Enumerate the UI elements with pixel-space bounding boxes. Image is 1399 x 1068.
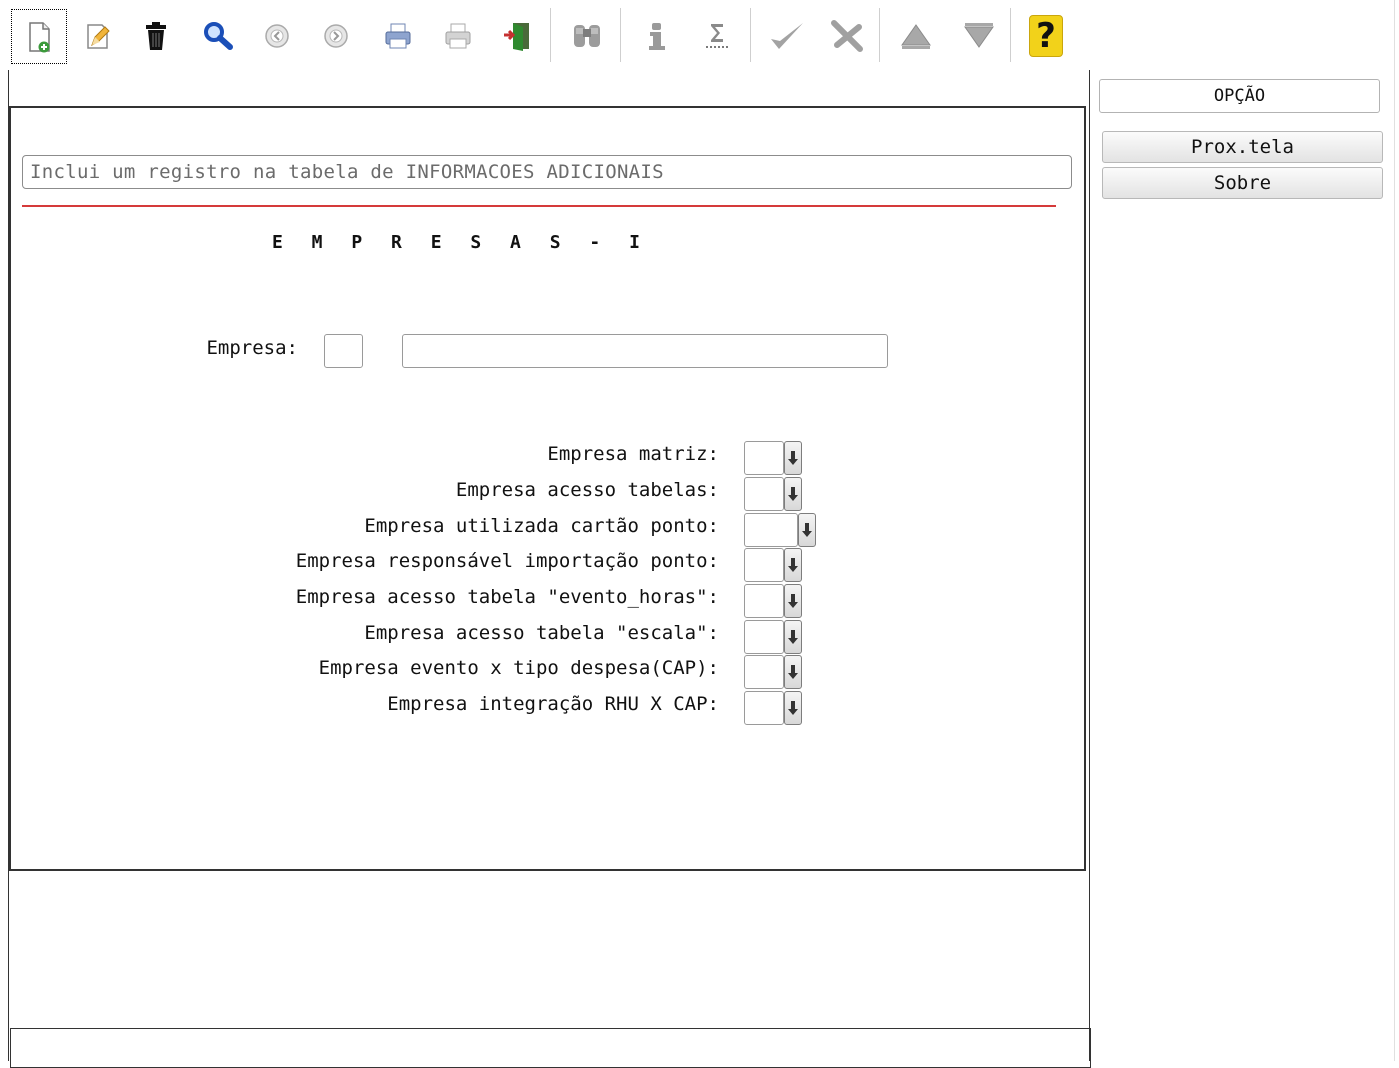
separator-line [22,205,1056,207]
binoculars-icon[interactable] [561,10,613,62]
field-label-importacao-ponto: Empresa responsável importação ponto: [295,550,719,572]
field-label-evento-horas: Empresa acesso tabela "evento_horas": [295,586,719,608]
field-input-tipo-despesa[interactable] [744,655,784,689]
previous-icon[interactable] [251,10,303,62]
dropdown-arrow-icon[interactable] [784,441,802,475]
field-label-cartao-ponto: Empresa utilizada cartão ponto: [364,515,719,537]
edit-icon[interactable] [72,10,124,62]
delete-icon[interactable] [130,10,182,62]
dropdown-arrow-icon[interactable] [784,655,802,689]
description-field: Inclui um registro na tabela de INFORMAC… [22,155,1072,189]
sum-icon[interactable] [691,10,743,62]
field-label-integracao: Empresa integração RHU X CAP: [387,693,719,715]
first-icon[interactable] [890,10,942,62]
cancel-icon[interactable] [821,10,873,62]
company-name-input[interactable] [402,334,888,368]
print-icon[interactable] [372,10,424,62]
about-button[interactable]: Sobre [1102,167,1383,199]
toolbar: ? [0,0,1090,70]
status-bar [10,1028,1091,1068]
new-record-icon[interactable] [11,9,67,64]
field-input-escala[interactable] [744,620,784,654]
info-icon[interactable] [631,10,683,62]
exit-icon[interactable] [491,10,543,62]
field-input-matriz[interactable] [744,441,784,475]
dropdown-arrow-icon[interactable] [798,513,816,547]
dropdown-arrow-icon[interactable] [784,584,802,618]
field-input-integracao[interactable] [744,691,784,725]
confirm-icon[interactable] [761,10,813,62]
company-code-input[interactable] [324,334,363,368]
window-edge [1394,0,1395,1061]
field-input-cartao-ponto[interactable] [744,513,798,547]
field-input-acesso-tabelas[interactable] [744,477,784,511]
next-screen-button[interactable]: Prox.tela [1102,131,1383,163]
last-icon[interactable] [953,10,1005,62]
dropdown-arrow-icon[interactable] [784,691,802,725]
help-symbol: ? [1029,15,1063,57]
option-field[interactable]: OPÇÃO [1099,79,1380,113]
field-label-tipo-despesa: Empresa evento x tipo despesa(CAP): [318,657,719,679]
field-label-acesso-tabelas: Empresa acesso tabelas: [455,479,719,501]
help-icon[interactable]: ? [1020,10,1072,62]
next-icon[interactable] [310,10,362,62]
field-label-escala: Empresa acesso tabela "escala": [364,622,719,644]
dropdown-arrow-icon[interactable] [784,477,802,511]
field-input-importacao-ponto[interactable] [744,548,784,582]
field-input-evento-horas[interactable] [744,584,784,618]
company-label: Empresa: [206,337,298,359]
page-title: E M P R E S A S - I [272,232,649,253]
dropdown-arrow-icon[interactable] [784,548,802,582]
field-label-matriz: Empresa matriz: [547,443,719,465]
print-preview-icon[interactable] [432,10,484,62]
dropdown-arrow-icon[interactable] [784,620,802,654]
search-icon[interactable] [192,10,244,62]
